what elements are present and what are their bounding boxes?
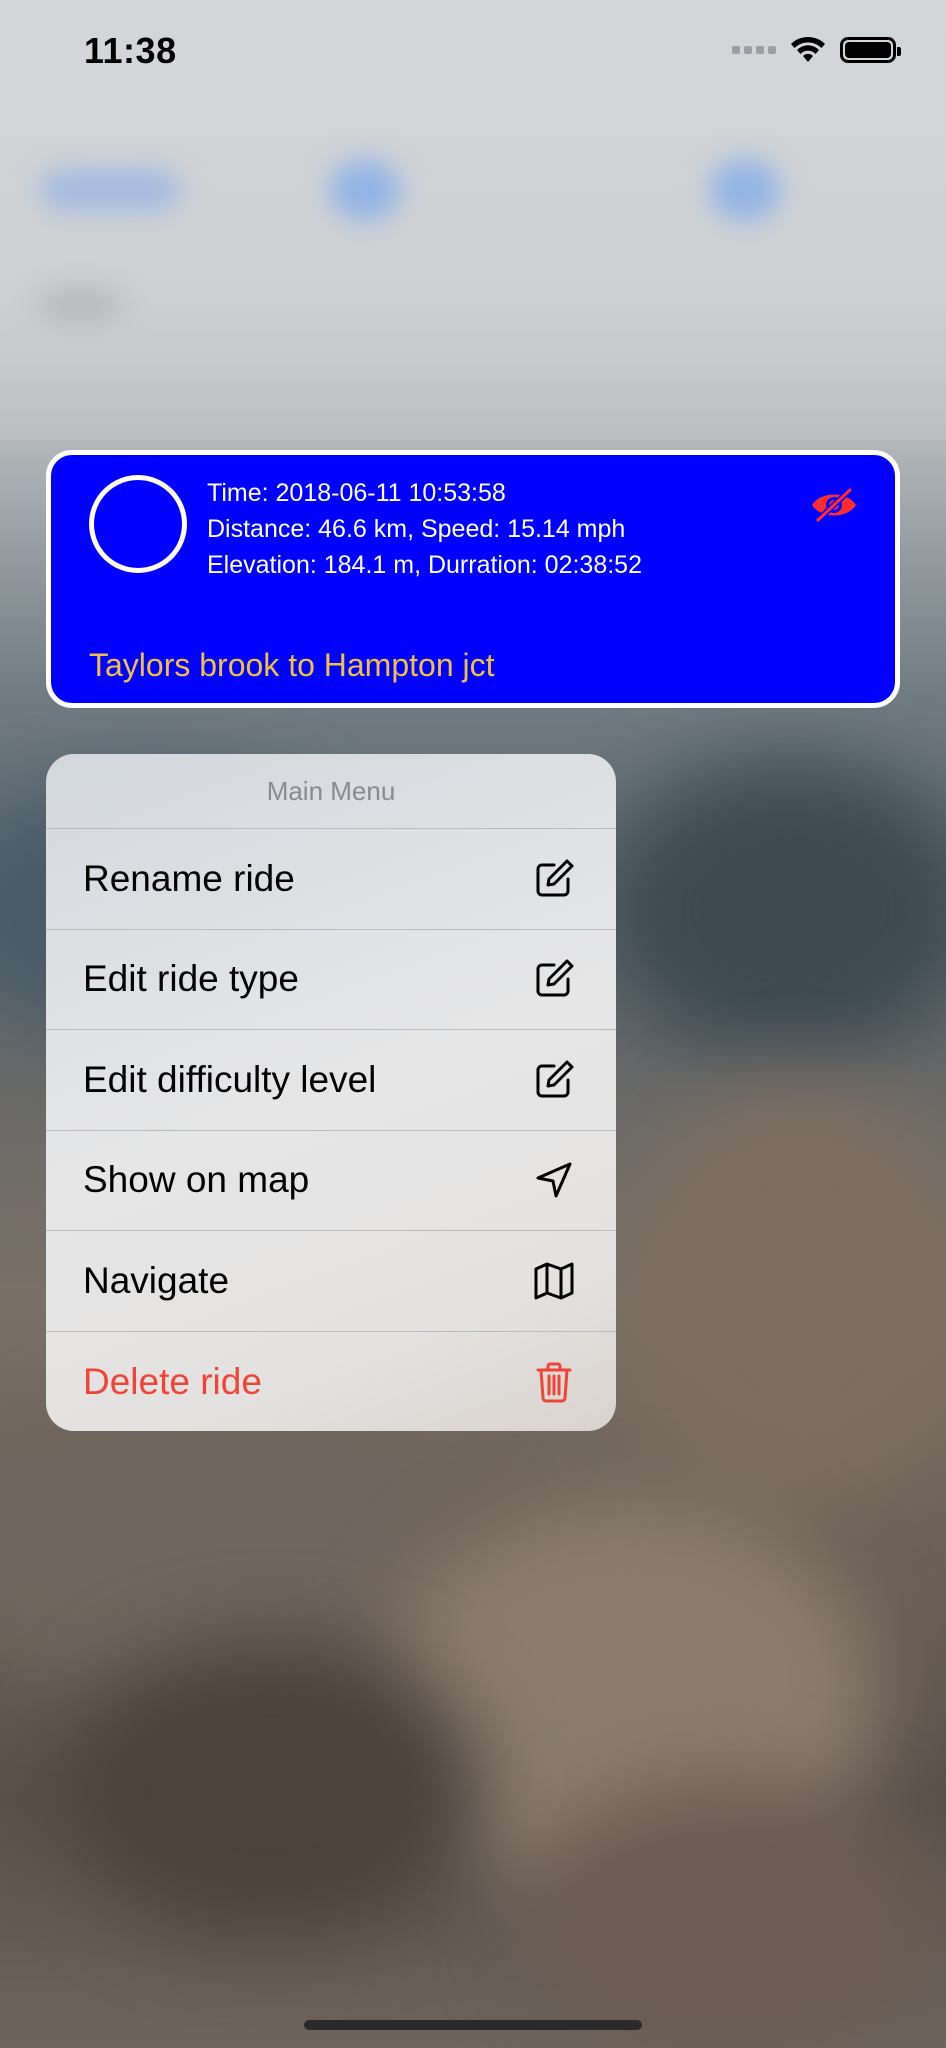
menu-item-label: Edit ride type [83,958,299,1000]
menu-item-navigate[interactable]: Navigate [46,1231,616,1332]
ride-elevation-duration: Elevation: 184.1 m, Durration: 02:38:52 [207,551,642,579]
wifi-icon [791,36,825,62]
battery-icon [840,37,901,63]
status-time: 11:38 [84,30,177,71]
menu-item-label: Rename ride [83,857,295,899]
status-icons [732,36,901,64]
menu-item-label: Edit difficulty level [83,1058,377,1100]
ride-title: Taylors brook to Hampton jct [89,647,495,683]
blurred-toolbar-button [710,160,780,220]
square-pencil-icon [536,959,574,997]
trash-icon [536,1362,572,1403]
status-bar: 11:38 [0,0,946,100]
menu-item-edit-ride-type[interactable]: Edit ride type [46,930,616,1030]
map-icon [534,1262,574,1300]
blurred-row [40,290,120,320]
menu-item-label: Delete ride [83,1360,262,1402]
menu-item-delete-ride[interactable]: Delete ride [46,1332,616,1432]
cellular-signal-icon [732,46,776,54]
home-indicator[interactable] [304,2020,642,2030]
menu-item-label: Navigate [83,1259,230,1301]
ride-type-circle-icon [89,475,187,573]
square-pencil-icon [536,1060,574,1098]
location-arrow-icon [536,1162,572,1198]
eye-slash-icon[interactable] [809,485,859,525]
square-pencil-icon [536,859,574,897]
ride-card[interactable]: Time: 2018-06-11 10:53:58 Distance: 46.6… [46,450,900,708]
ride-distance-speed: Distance: 46.6 km, Speed: 15.14 mph [207,515,626,543]
menu-item-rename-ride[interactable]: Rename ride [46,829,616,930]
context-menu: Main Menu Rename ride Edit ride type Edi… [46,754,616,1431]
ride-time: Time: 2018-06-11 10:53:58 [207,479,506,507]
ride-info: Time: 2018-06-11 10:53:58 Distance: 46.6… [207,475,642,583]
menu-header: Main Menu [46,754,616,829]
menu-item-edit-difficulty-level[interactable]: Edit difficulty level [46,1030,616,1131]
blurred-toolbar-button [330,160,400,220]
blurred-toolbar-button [40,170,180,210]
menu-item-label: Show on map [83,1159,310,1201]
menu-item-show-on-map[interactable]: Show on map [46,1131,616,1231]
